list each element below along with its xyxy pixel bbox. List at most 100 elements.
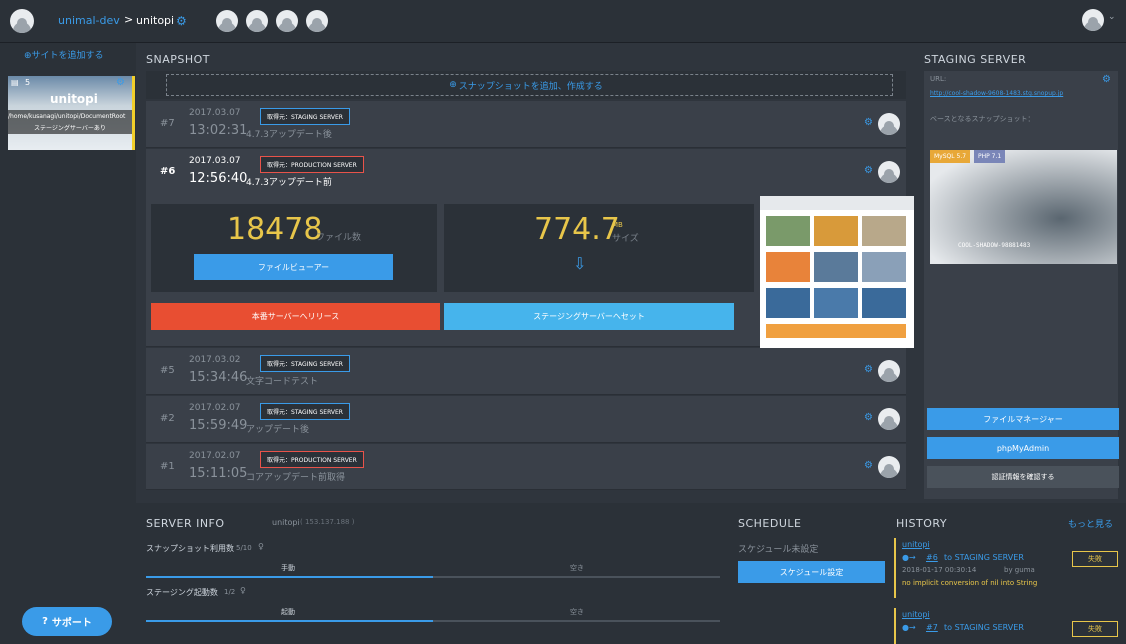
snapshot-date: 2017.03.02 <box>189 355 241 365</box>
set-to-staging-button[interactable]: ステージングサーバーへセット <box>444 303 734 330</box>
member-avatar[interactable] <box>216 10 238 32</box>
add-snapshot-button[interactable]: ⊕ スナップショットを追加、作成する <box>146 71 906 99</box>
history-snapshot-link[interactable]: #7 <box>926 623 938 632</box>
site-settings-icon[interactable]: ⚙ <box>176 15 187 27</box>
snapshot-settings-icon[interactable]: ⚙ <box>864 461 873 471</box>
site-card-settings-icon[interactable]: ⚙ <box>116 78 125 88</box>
size-unit: MB <box>612 221 623 229</box>
schedule-none-text: スケジュール未設定 <box>738 545 819 555</box>
staging-usage-value: 1/2 <box>224 588 236 596</box>
add-site-label: サイトを追加する <box>31 51 104 61</box>
snapshot-date: 2017.03.07 <box>189 108 241 118</box>
site-card[interactable]: ▤ 5 ⚙ unitopi /home/kusanagi/unitopi/Doc… <box>8 76 135 150</box>
app-logo[interactable] <box>10 9 34 33</box>
snapshot-source-badge: 取得元：STAGING SERVER <box>260 108 350 125</box>
preview-banner <box>766 324 906 338</box>
snapshot-settings-icon[interactable]: ⚙ <box>864 413 873 423</box>
history-site[interactable]: unitopi <box>902 610 930 619</box>
snapshot-row[interactable]: #1 2017.02.07 取得元：PRODUCTION SERVER 15:1… <box>146 444 906 490</box>
size-label: サイズ <box>612 234 639 244</box>
snapshot-number: #5 <box>160 365 175 376</box>
staging-usage-fill <box>146 620 433 622</box>
snapshot-usage-label: スナップショット利用数 <box>146 544 234 553</box>
user-avatar[interactable] <box>1082 9 1104 31</box>
staging-preview-label: COOL-SHADOW-98881483 <box>958 242 1031 249</box>
snapshot-settings-icon[interactable]: ⚙ <box>864 166 873 176</box>
staging-settings-icon[interactable]: ⚙ <box>1102 75 1111 85</box>
breadcrumb-site: unitopi <box>136 14 175 27</box>
snapshot-row-expanded[interactable]: #6 2017.03.07 取得元：PRODUCTION SERVER 12:5… <box>146 149 914 348</box>
snapshot-row[interactable]: #2 2017.02.07 取得元：STAGING SERVER 15:59:4… <box>146 396 906 443</box>
snapshot-time: 12:56:40 <box>189 171 248 186</box>
plus-circle-icon: ⊕ <box>24 51 32 61</box>
file-viewer-button[interactable]: ファイルビューアー <box>194 254 393 280</box>
snapshot-source-badge: 取得元：STAGING SERVER <box>260 355 350 372</box>
history-more-link[interactable]: もっと見る <box>1068 517 1113 530</box>
member-avatar[interactable] <box>246 10 268 32</box>
snapshot-settings-icon[interactable]: ⚙ <box>864 118 873 128</box>
snapshot-source-badge: 取得元：PRODUCTION SERVER <box>260 451 364 468</box>
download-icon[interactable]: ⇩ <box>573 254 586 273</box>
file-count-panel: 18478 ファイル数 ファイルビューアー <box>151 204 437 292</box>
snapshot-date: 2017.02.07 <box>189 403 241 413</box>
preview-photo <box>862 252 906 282</box>
snapshot-number: #7 <box>160 118 175 129</box>
snapshot-description: コアアップデート前取得 <box>246 473 346 483</box>
add-site-button[interactable]: ⊕サイトを追加する <box>24 48 104 61</box>
breadcrumb-org[interactable]: unimal-dev <box>58 14 120 27</box>
staging-server-panel: STAGING SERVER URL: ⚙ http://cool-shadow… <box>916 43 1126 503</box>
file-count-value: 18478 <box>227 212 323 247</box>
snapshot-time: 15:59:49 <box>189 418 248 433</box>
schedule-settings-button[interactable]: スケジュール設定 <box>738 561 885 583</box>
snapshot-count-icon: ▤ <box>11 78 19 87</box>
snapshot-date: 2017.02.07 <box>189 451 241 461</box>
member-avatar[interactable] <box>306 10 328 32</box>
snapshot-title: SNAPSHOT <box>146 53 211 66</box>
view-credentials-button[interactable]: 認証情報を確認する <box>927 466 1119 488</box>
preview-photo <box>766 252 810 282</box>
staging-url-link[interactable]: http://cool-shadow-9608-1483.stg.snopup.… <box>930 90 1116 97</box>
snapshot-description: 文字コードテスト <box>246 377 319 387</box>
history-site[interactable]: unitopi <box>902 540 930 549</box>
member-avatar[interactable] <box>276 10 298 32</box>
history-target: to STAGING SERVER <box>944 623 1024 632</box>
mysql-badge: MySQL 5.7 <box>930 150 971 163</box>
phpmyadmin-button[interactable]: phpMyAdmin <box>927 437 1119 459</box>
site-card-staging: ステージングサーバーあり <box>34 125 106 132</box>
snapshot-settings-icon[interactable]: ⚙ <box>864 365 873 375</box>
staging-usage-label: ステージング起動数 <box>146 588 218 597</box>
chevron-down-icon[interactable]: ⌄ <box>1108 12 1116 22</box>
history-item[interactable]: unitopi ●→ #7 to STAGING SERVER 失敗 <box>894 608 1124 644</box>
snapshot-bar-right-label: 空き <box>570 564 584 572</box>
snapshot-row[interactable]: #7 2017.03.07 取得元：STAGING SERVER 13:02:3… <box>146 101 906 148</box>
snapshot-preview-image[interactable] <box>760 196 914 348</box>
breadcrumb-separator: > <box>124 13 134 26</box>
support-button[interactable]: ? サポート <box>22 607 112 636</box>
add-snapshot-dashed-border <box>166 74 893 96</box>
snapshot-row[interactable]: #5 2017.03.02 取得元：STAGING SERVER 15:34:4… <box>146 348 906 395</box>
release-to-production-button[interactable]: 本番サーバーへリリース <box>151 303 440 330</box>
history-time: 2018-01-17 00:30:14 <box>902 566 977 574</box>
preview-photo <box>814 216 858 246</box>
history-status-badge: 失敗 <box>1072 621 1118 637</box>
size-value: 774.7 <box>534 212 620 247</box>
staging-usage-bar <box>146 620 720 622</box>
preview-photo <box>766 216 810 246</box>
file-manager-button[interactable]: ファイルマネージャー <box>927 408 1119 430</box>
history-arrow-icon: ●→ <box>902 623 916 632</box>
staging-bar-left-label: 起動 <box>281 608 295 616</box>
size-panel: 774.7 MB サイズ ⇩ <box>444 204 754 292</box>
preview-photo <box>862 216 906 246</box>
history-snapshot-link[interactable]: #6 <box>926 553 938 562</box>
history-error: no implicit conversion of nil into Strin… <box>902 579 1038 587</box>
history-target: to STAGING SERVER <box>944 553 1024 562</box>
base-snapshot-label: ベースとなるスナップショット： <box>930 115 1035 123</box>
snapshot-panel: SNAPSHOT ⊕ スナップショットを追加、作成する #7 2017.03.0… <box>136 43 916 503</box>
server-info-site: unitopi <box>272 518 300 527</box>
info-icon: ♀ <box>258 542 264 551</box>
snapshot-author-avatar <box>878 113 900 135</box>
history-item[interactable]: unitopi ●→ #6 to STAGING SERVER 2018-01-… <box>894 538 1124 598</box>
bottom-panel: SERVER INFO unitopi ( 153.137.188 ) スナップ… <box>136 503 1126 644</box>
preview-header <box>760 196 914 210</box>
staging-preview-image[interactable]: MySQL 5.7 PHP 7.1 COOL-SHADOW-98881483 <box>930 150 1117 264</box>
